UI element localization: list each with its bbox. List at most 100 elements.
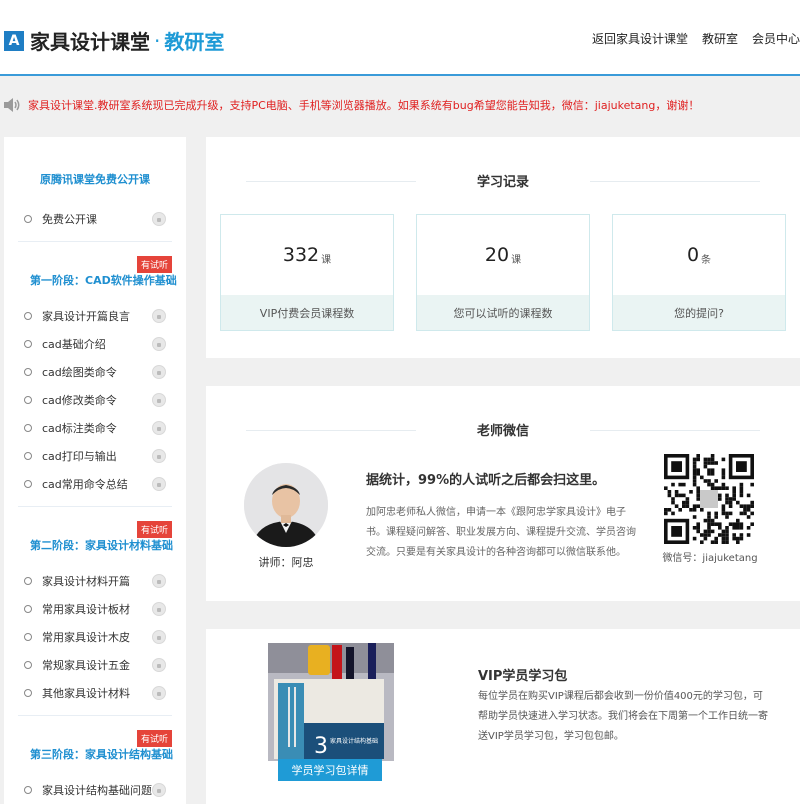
- sidebar-item[interactable]: cad基础介绍: [18, 330, 172, 358]
- lock-icon: [152, 574, 166, 588]
- stage-title[interactable]: 第二阶段：家具设计材料基础: [30, 537, 173, 553]
- package-description: 每位学员在购买VIP课程后都会收到一份价值400元的学习包，可帮助学员快速进入学…: [478, 691, 768, 742]
- wechat-id-caption: 微信号：jiajuketang: [662, 553, 758, 564]
- lock-icon: [152, 658, 166, 672]
- teacher-photo-icon: [244, 463, 328, 547]
- site-header: A 家具设计课堂 · 教研室 返回家具设计课堂 教研室 会员中心: [0, 0, 800, 76]
- sidebar-item[interactable]: 常用家具设计板材: [18, 595, 172, 623]
- stage-header-1: 有试听 第一阶段：CAD软件操作基础: [18, 242, 177, 288]
- radio-icon: [24, 689, 32, 697]
- lock-icon: [152, 212, 166, 226]
- stat-unit: 课: [511, 254, 522, 266]
- sidebar-item[interactable]: 其他家具设计材料: [18, 679, 172, 707]
- sidebar-item[interactable]: cad标注类命令: [18, 414, 172, 442]
- package-title: VIP学员学习包: [478, 669, 568, 684]
- sidebar-item[interactable]: 家具设计开篇良言: [18, 302, 172, 330]
- logo-mark-icon: A: [4, 30, 24, 51]
- sidebar-item[interactable]: 家具设计材料开篇: [18, 567, 172, 595]
- radio-icon: [24, 661, 32, 669]
- teacher-name: 讲师：阿忠: [258, 556, 314, 569]
- wechat-description: 加阿忠老师私人微信，申请一本《跟阿忠学家具设计》电子书。课程疑问解答、职业发展方…: [366, 507, 636, 558]
- vip-package-card: 3 家具设计结构基础 学员学习包详情 VIP学员学习包 每位学员在购买VIP课程…: [206, 629, 800, 804]
- sidebar-item[interactable]: cad绘图类命令: [18, 358, 172, 386]
- radio-icon: [24, 452, 32, 460]
- lock-icon: [152, 337, 166, 351]
- wechat-headline: 据统计，99%的人试听之后都会扫这里。: [366, 473, 606, 488]
- stage-header-2: 有试听 第二阶段：家具设计材料基础: [18, 507, 173, 553]
- lock-icon: [152, 365, 166, 379]
- sidebar-item[interactable]: cad常用命令总结: [18, 470, 172, 498]
- teacher-avatar: [244, 463, 328, 547]
- sidebar-item[interactable]: cad打印与输出: [18, 442, 172, 470]
- trial-badge: 有试听: [136, 730, 172, 747]
- radio-icon: [24, 312, 32, 320]
- sidebar-item-label: cad打印与输出: [42, 450, 117, 463]
- nav-member-center[interactable]: 会员中心: [752, 30, 800, 47]
- trial-badge: 有试听: [136, 256, 172, 273]
- lock-icon: [152, 630, 166, 644]
- sidebar-item-label: cad标注类命令: [42, 422, 117, 435]
- stage-title[interactable]: 第一阶段：CAD软件操作基础: [30, 272, 177, 288]
- notice-bar: 家具设计课堂.教研室系统现已完成升级，支持PC电脑、手机等浏览器播放。如果系统有…: [0, 90, 800, 120]
- package-details-button[interactable]: 学员学习包详情: [278, 759, 382, 781]
- teacher-wechat-card: 老师微信 讲师：阿忠 据统计，99%的人试听之后都会扫这里。 加阿忠老师私人微信…: [206, 386, 800, 601]
- radio-icon: [24, 577, 32, 585]
- sidebar-item-label: 常用家具设计木皮: [42, 631, 130, 644]
- stage-title[interactable]: 第三阶段：家具设计结构基础: [30, 746, 173, 762]
- top-nav: 返回家具设计课堂 教研室 会员中心: [578, 30, 800, 47]
- trial-badge: 有试听: [136, 521, 172, 538]
- sidebar-item-label: cad常用命令总结: [42, 478, 128, 491]
- stat-label: 您可以试听的课程数: [417, 295, 589, 330]
- sidebar-item-label: 家具设计开篇良言: [42, 310, 130, 323]
- sidebar-item-label: cad修改类命令: [42, 394, 117, 407]
- site-logo[interactable]: A 家具设计课堂 · 教研室: [4, 26, 224, 55]
- radio-icon: [24, 215, 32, 223]
- stat-unit: 课: [321, 254, 332, 266]
- lock-icon: [152, 393, 166, 407]
- wechat-title: 老师微信: [206, 420, 800, 439]
- radio-icon: [24, 480, 32, 488]
- sidebar-item[interactable]: 常用家具设计木皮: [18, 623, 172, 651]
- lock-icon: [152, 449, 166, 463]
- stats-row: 332 课 VIP付费会员课程数 20 课 您可以试听的课程数 0条 您的提问?: [206, 214, 800, 331]
- sidebar-item[interactable]: 常规家具设计五金: [18, 651, 172, 679]
- book-label: 家具设计结构基础: [330, 737, 378, 745]
- radio-icon: [24, 424, 32, 432]
- wechat-qr-code: [664, 454, 754, 544]
- study-record-title: 学习记录: [206, 171, 800, 190]
- lock-icon: [152, 477, 166, 491]
- sidebar-item[interactable]: 家具设计结构基础问题: [18, 776, 172, 804]
- sidebar-item-label: 常用家具设计板材: [42, 603, 130, 616]
- logo-text: 家具设计课堂: [30, 30, 150, 54]
- radio-icon: [24, 605, 32, 613]
- stat-value: 332: [282, 244, 320, 266]
- stat-vip-courses[interactable]: 332 课 VIP付费会员课程数: [220, 214, 394, 331]
- sidebar-item-label: 其他家具设计材料: [42, 687, 130, 700]
- speaker-icon: [4, 98, 20, 112]
- course-sidebar: 原腾讯课堂免费公开课 免费公开课 有试听 第一阶段：CAD软件操作基础 家具设计…: [4, 137, 186, 804]
- stat-trial-courses[interactable]: 20 课 您可以试听的课程数: [416, 214, 590, 331]
- lock-icon: [152, 602, 166, 616]
- radio-icon: [24, 396, 32, 404]
- sidebar-item-label: 常规家具设计五金: [42, 659, 130, 672]
- radio-icon: [24, 340, 32, 348]
- lock-icon: [152, 421, 166, 435]
- radio-icon: [24, 786, 32, 794]
- sidebar-item-label: 家具设计结构基础问题: [42, 784, 152, 797]
- stat-label: VIP付费会员课程数: [221, 295, 393, 330]
- study-record-card: 学习记录 332 课 VIP付费会员课程数 20 课 您可以试听的课程数 0条 您的…: [206, 137, 800, 358]
- nav-back-home[interactable]: 返回家具设计课堂: [592, 30, 688, 47]
- book-number: 3: [314, 734, 328, 759]
- stat-value: 20: [484, 244, 510, 266]
- logo-subtitle: 教研室: [164, 30, 225, 54]
- sidebar-item[interactable]: cad修改类命令: [18, 386, 172, 414]
- sidebar-item-label: cad绘图类命令: [42, 366, 117, 379]
- nav-research-room[interactable]: 教研室: [702, 30, 738, 47]
- sidebar-item-label: 免费公开课: [42, 213, 97, 226]
- logo-dot: ·: [154, 28, 161, 53]
- stat-value: 0: [686, 244, 700, 266]
- sidebar-item-label: 家具设计材料开篇: [42, 575, 130, 588]
- stat-questions[interactable]: 0条 您的提问?: [612, 214, 786, 331]
- sidebar-item-free[interactable]: 免费公开课: [18, 205, 172, 233]
- sidebar-item-label: cad基础介绍: [42, 338, 106, 351]
